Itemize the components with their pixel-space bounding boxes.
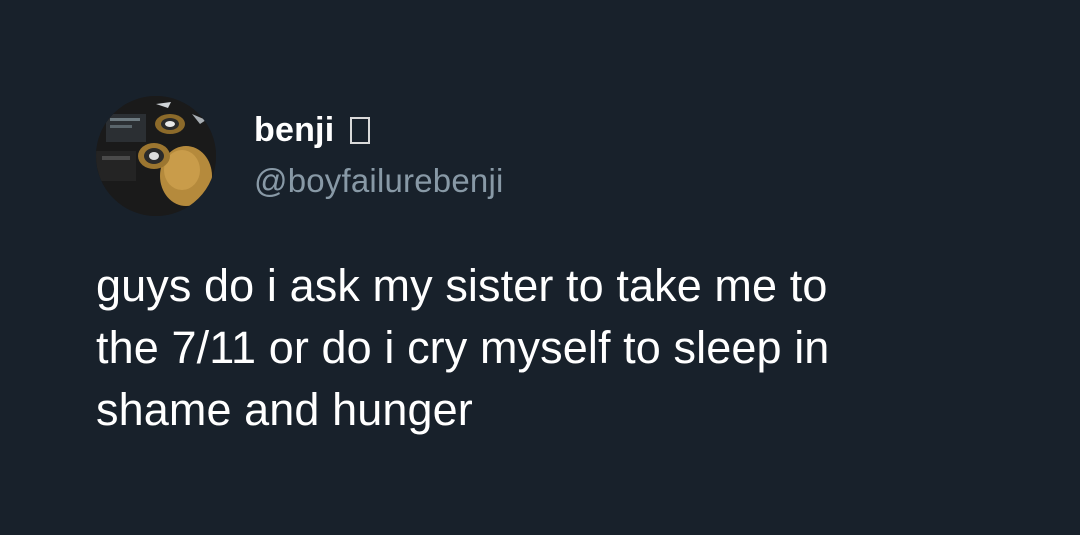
tweet-line: the 7/11 or do i cry myself to sleep in bbox=[96, 322, 830, 373]
tweet-card: benji @boyfailurebenji guys do i ask my … bbox=[0, 0, 1080, 535]
author-name-row[interactable]: benji bbox=[254, 108, 371, 152]
tweet-line: shame and hunger bbox=[96, 384, 473, 435]
avatar[interactable] bbox=[96, 96, 216, 216]
display-name[interactable]: benji bbox=[254, 111, 334, 150]
tweet-line: guys do i ask my sister to take me to bbox=[96, 260, 828, 311]
emoji-placeholder-icon bbox=[350, 116, 371, 144]
username-handle[interactable]: @boyfailurebenji bbox=[254, 162, 504, 200]
tweet-body: guys do i ask my sister to take me to th… bbox=[96, 255, 996, 441]
avatar-photo-icon bbox=[96, 96, 216, 216]
